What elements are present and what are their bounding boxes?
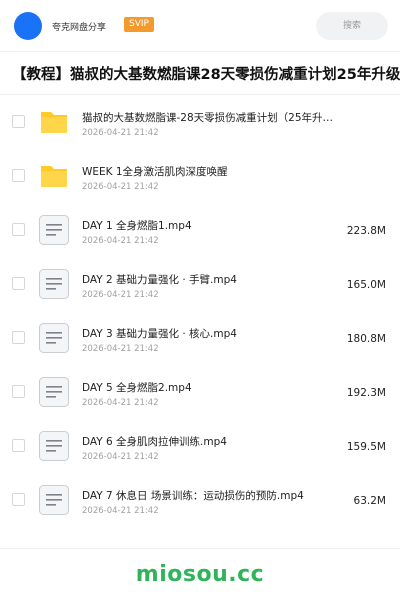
row-checkbox[interactable] [12, 223, 25, 236]
folder-icon [38, 160, 70, 192]
watermark: miosou.cc [135, 562, 265, 587]
file-name[interactable]: 猫叔的大基数燃脂课-28天零损伤减重计划（25年升… [82, 110, 344, 125]
list-bottom-divider [0, 548, 400, 549]
file-size: 165.0M [346, 279, 386, 291]
search-input[interactable]: 搜索 [316, 12, 388, 40]
row-checkbox[interactable] [12, 385, 25, 398]
video-file-icon [38, 376, 70, 408]
row-checkbox[interactable] [12, 277, 25, 290]
file-date: 2026-04-21 21:42 [82, 344, 159, 354]
page-title: 【教程】猫叔的大基数燃脂课28天零损伤减重计划25年升级 [12, 67, 400, 83]
file-name[interactable]: DAY 3 基础力量强化 · 核心.mp4 [82, 326, 344, 341]
file-row[interactable]: DAY 7 休息日 场景训练：运动损伤的预防.mp4 2026-04-21 21:… [0, 473, 400, 527]
video-file-icon [38, 214, 70, 246]
top-bar: 夸克网盘分享 SVIP 搜索 [0, 0, 400, 52]
file-row[interactable]: DAY 2 基础力量强化 · 手臂.mp4 2026-04-21 21:42 165… [0, 257, 400, 311]
file-row[interactable]: DAY 5 全身燃脂2.mp4 2026-04-21 21:42 192.3M [0, 365, 400, 419]
file-name[interactable]: DAY 7 休息日 场景训练：运动损伤的预防.mp4 [82, 488, 344, 503]
file-name[interactable]: DAY 2 基础力量强化 · 手臂.mp4 [82, 272, 344, 287]
file-name[interactable]: DAY 5 全身燃脂2.mp4 [82, 380, 344, 395]
video-file-icon [38, 322, 70, 354]
file-row[interactable]: WEEK 1全身激活肌肉深度唤醒 2026-04-21 21:42 [0, 149, 400, 203]
file-name[interactable]: DAY 6 全身肌肉拉伸训练.mp4 [82, 434, 344, 449]
file-date: 2026-04-21 21:42 [82, 128, 159, 138]
file-row[interactable]: DAY 3 基础力量强化 · 核心.mp4 2026-04-21 21:42 180… [0, 311, 400, 365]
file-size: 180.8M [346, 333, 386, 345]
file-date: 2026-04-21 21:42 [82, 182, 159, 192]
avatar[interactable] [14, 12, 42, 40]
file-row[interactable]: DAY 6 全身肌肉拉伸训练.mp4 2026-04-21 21:42 159.5M [0, 419, 400, 473]
file-name[interactable]: WEEK 1全身激活肌肉深度唤醒 [82, 164, 344, 179]
row-checkbox[interactable] [12, 169, 25, 182]
row-checkbox[interactable] [12, 493, 25, 506]
svip-badge: SVIP [124, 17, 154, 32]
row-checkbox[interactable] [12, 331, 25, 344]
file-date: 2026-04-21 21:42 [82, 506, 159, 516]
file-size: 192.3M [346, 387, 386, 399]
file-list: 猫叔的大基数燃脂课-28天零损伤减重计划（25年升… 2026-04-21 21:… [0, 95, 400, 527]
video-file-icon [38, 430, 70, 462]
video-file-icon [38, 484, 70, 516]
file-size: 223.8M [346, 225, 386, 237]
file-name[interactable]: DAY 1 全身燃脂1.mp4 [82, 218, 344, 233]
row-checkbox[interactable] [12, 439, 25, 452]
file-row[interactable]: DAY 1 全身燃脂1.mp4 2026-04-21 21:42 223.8M [0, 203, 400, 257]
file-date: 2026-04-21 21:42 [82, 290, 159, 300]
row-checkbox[interactable] [12, 115, 25, 128]
file-date: 2026-04-21 21:42 [82, 236, 159, 246]
file-date: 2026-04-21 21:42 [82, 398, 159, 408]
app-name: 夸克网盘分享 [52, 23, 107, 33]
folder-icon [38, 106, 70, 138]
file-date: 2026-04-21 21:42 [82, 452, 159, 462]
file-size: 63.2M [353, 495, 386, 507]
file-row[interactable]: 猫叔的大基数燃脂课-28天零损伤减重计划（25年升… 2026-04-21 21:… [0, 95, 400, 149]
file-size: 159.5M [346, 441, 386, 453]
video-file-icon [38, 268, 70, 300]
